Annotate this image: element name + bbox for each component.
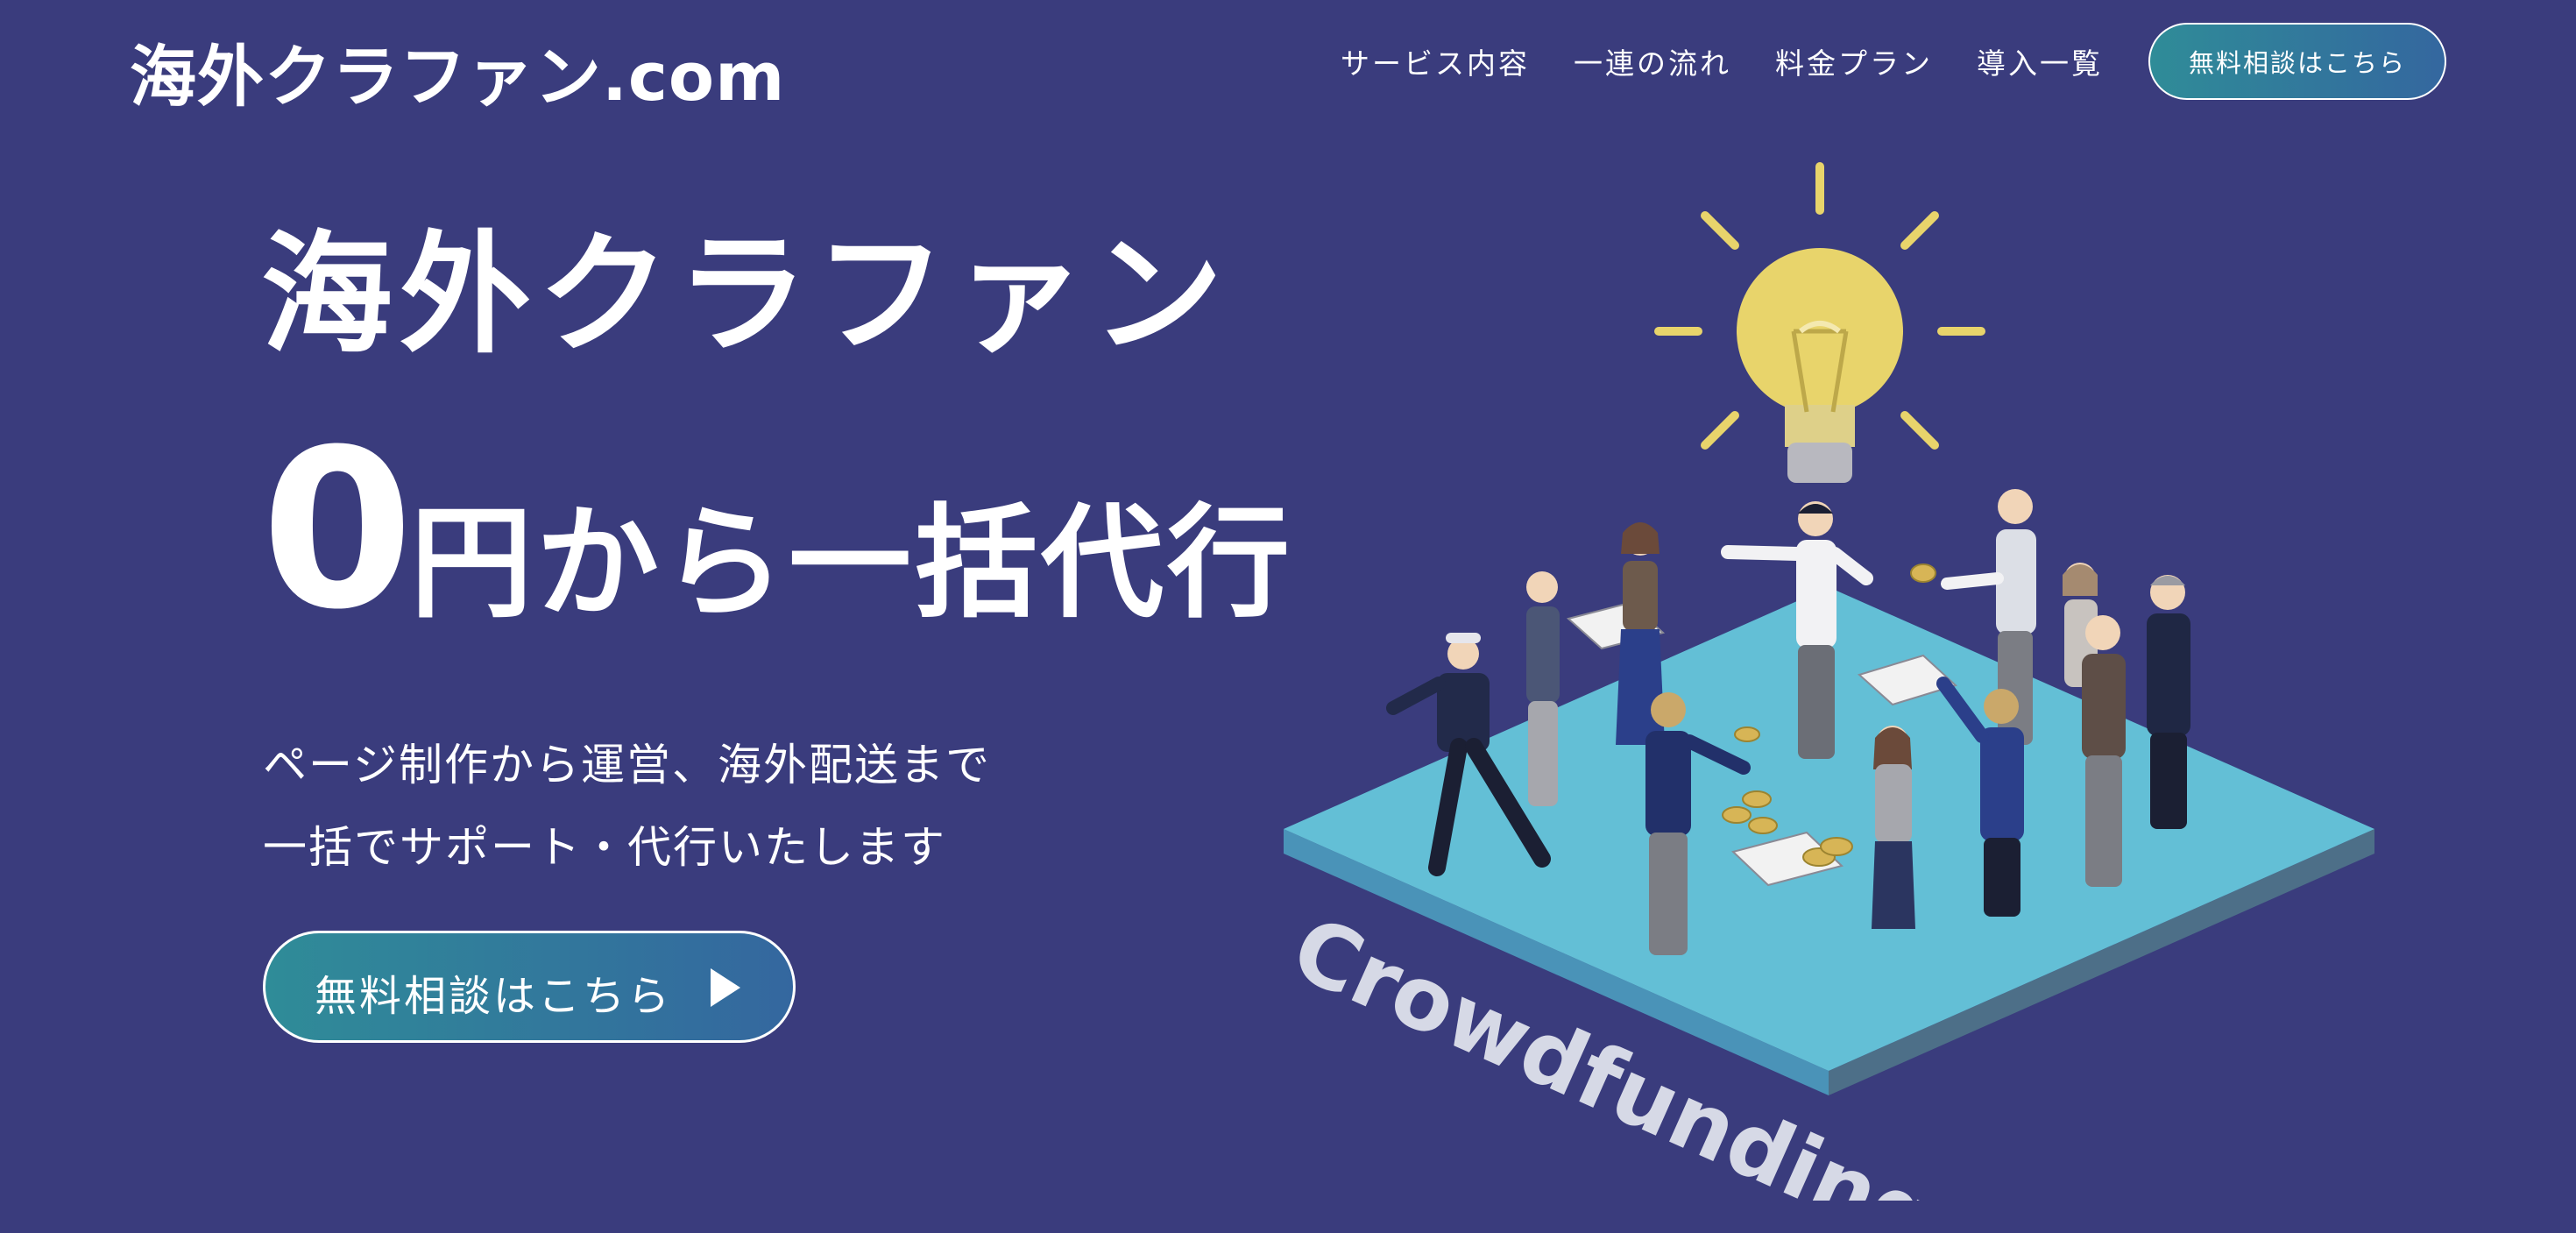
header-consult-button[interactable]: 無料相談はこちら (2148, 23, 2446, 100)
header-consult-label: 無料相談はこちら (2188, 48, 2406, 78)
hero-consult-button[interactable]: 無料相談はこちら (263, 931, 796, 1043)
person (1872, 726, 1915, 929)
nav-item-flow[interactable]: 一連の流れ (1574, 40, 1731, 82)
person (2147, 575, 2190, 829)
lightbulb-icon (1654, 162, 1985, 483)
hero-price-heading: 0円から一括代行 (261, 421, 1293, 640)
nav-item-service[interactable]: サービス内容 (1341, 40, 1530, 82)
crowdfunding-illustration: Crowdfunding (1277, 162, 2374, 1201)
person (2082, 615, 2126, 887)
hero-subtext-line2: 一括でサポート・代行いたします (263, 822, 946, 873)
hero-subtext: ページ制作から運営、海外配送まで 一括でサポート・代行いたします (263, 724, 991, 889)
main-nav: サービス内容 一連の流れ 料金プラン 導入一覧 (1341, 40, 2103, 82)
hero-title: 海外クラファン (261, 219, 1231, 372)
site-logo[interactable]: 海外クラファン.com (130, 23, 785, 119)
nav-item-pricing[interactable]: 料金プラン (1775, 40, 1933, 82)
play-arrow-icon (711, 968, 740, 1007)
nav-item-cases[interactable]: 導入一覧 (1977, 40, 2103, 82)
hero-price-text: 円から一括代行 (409, 492, 1293, 635)
hero-price-number: 0 (261, 402, 414, 657)
site-header: 海外クラファン.com サービス内容 一連の流れ 料金プラン 導入一覧 無料相談… (0, 0, 2576, 123)
hero-consult-label: 無料相談はこちら (315, 972, 673, 1021)
hero-subtext-line1: ページ制作から運営、海外配送まで (263, 740, 991, 790)
person (1526, 571, 1560, 806)
